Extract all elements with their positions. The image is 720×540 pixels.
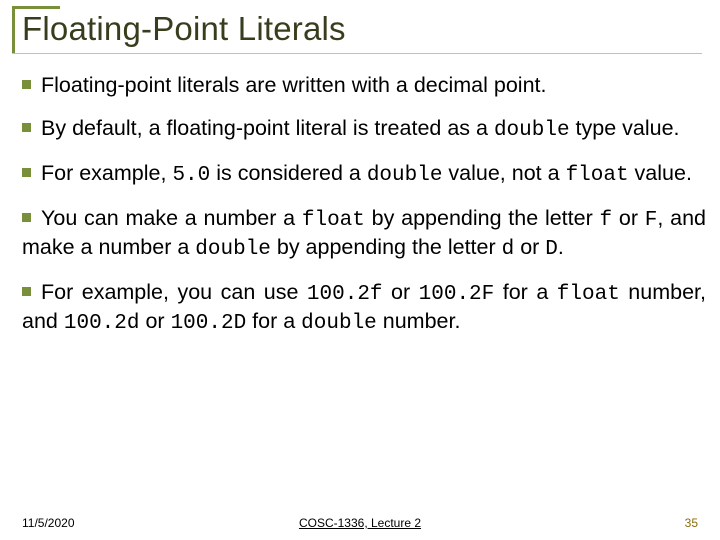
slide-content: Floating-point literals are written with… bbox=[0, 72, 720, 337]
code-float: float bbox=[557, 283, 620, 306]
text: number. bbox=[377, 309, 461, 333]
bullet-1-text: Floating-point literals are written with… bbox=[41, 73, 546, 97]
bullet-3: For example, 5.0 is considered a double … bbox=[22, 160, 706, 189]
code-literal: 100.2F bbox=[419, 283, 495, 306]
text: For example, bbox=[41, 161, 172, 185]
code-literal: 100.2d bbox=[64, 312, 140, 335]
code-F: F bbox=[645, 209, 658, 232]
text: . bbox=[558, 235, 564, 259]
bullet-icon bbox=[22, 168, 31, 177]
text: is considered a bbox=[210, 161, 367, 185]
text: for a bbox=[246, 309, 301, 333]
code-double: double bbox=[301, 312, 377, 335]
footer-date: 11/5/2020 bbox=[22, 516, 75, 530]
text: by appending the letter bbox=[365, 206, 600, 230]
text: or bbox=[514, 235, 545, 259]
text: value, not a bbox=[442, 161, 565, 185]
text: You can make a number a bbox=[41, 206, 302, 230]
bullet-1: Floating-point literals are written with… bbox=[22, 72, 706, 99]
title-container: Floating-Point Literals bbox=[0, 0, 720, 54]
title-underline bbox=[12, 53, 702, 54]
text: type value. bbox=[570, 116, 680, 140]
code-literal: 100.2D bbox=[171, 312, 247, 335]
code-float: float bbox=[302, 209, 365, 232]
code-d: d bbox=[502, 238, 515, 261]
code-double: double bbox=[494, 119, 570, 142]
bullet-5: For example, you can use 100.2f or 100.2… bbox=[22, 279, 706, 337]
text: by appending the letter bbox=[271, 235, 502, 259]
text: value. bbox=[629, 161, 692, 185]
footer-page-number: 35 bbox=[685, 516, 698, 530]
code-D: D bbox=[545, 238, 558, 261]
text: or bbox=[139, 309, 170, 333]
bullet-2: By default, a floating-point literal is … bbox=[22, 115, 706, 144]
bullet-icon bbox=[22, 80, 31, 89]
text: For example, you can use bbox=[41, 280, 307, 304]
code-double: double bbox=[367, 164, 443, 187]
bullet-icon bbox=[22, 123, 31, 132]
bullet-icon bbox=[22, 287, 31, 296]
code-double: double bbox=[195, 238, 271, 261]
slide-title: Floating-Point Literals bbox=[22, 10, 720, 48]
code-literal: 100.2f bbox=[307, 283, 383, 306]
text: or bbox=[383, 280, 419, 304]
code-literal: 5.0 bbox=[172, 164, 210, 187]
footer-course: COSC-1336, Lecture 2 bbox=[299, 516, 421, 530]
code-f: f bbox=[600, 209, 613, 232]
text: By default, a floating-point literal is … bbox=[41, 116, 494, 140]
text: or bbox=[612, 206, 645, 230]
bullet-icon bbox=[22, 213, 31, 222]
text: for a bbox=[494, 280, 557, 304]
bullet-4: You can make a number a float by appendi… bbox=[22, 205, 706, 263]
code-float: float bbox=[566, 164, 629, 187]
